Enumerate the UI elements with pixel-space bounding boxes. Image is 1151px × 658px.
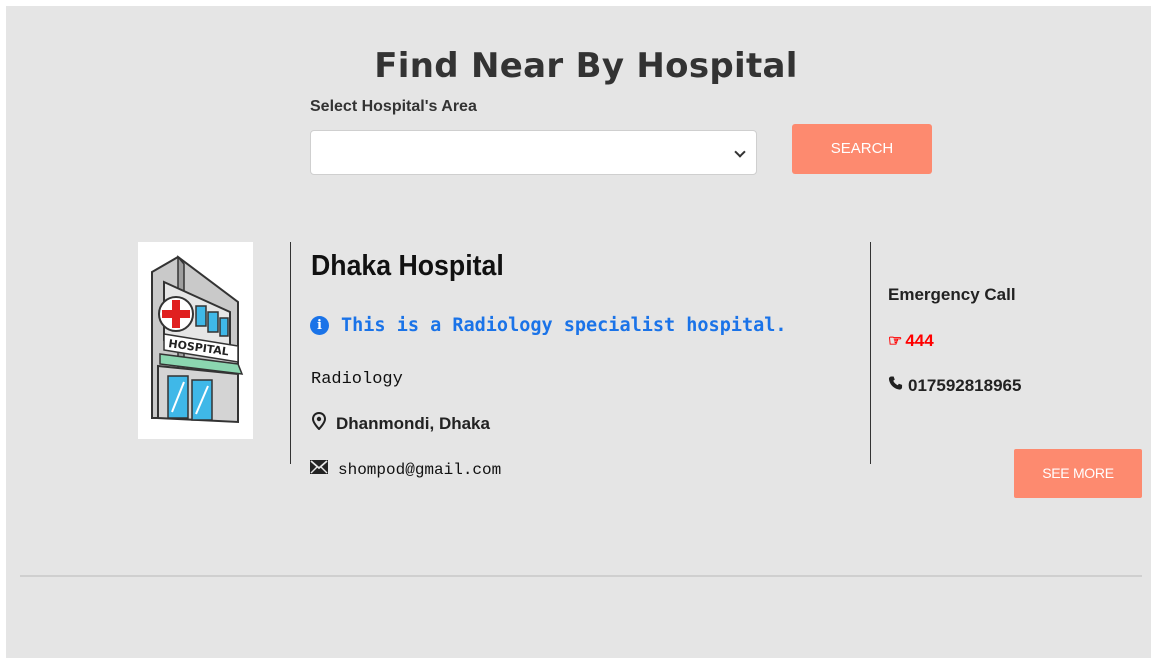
section-divider <box>20 575 1142 577</box>
divider-right <box>870 242 871 464</box>
info-circle-icon: i <box>310 316 329 335</box>
hospital-specialty: Radiology <box>311 370 403 389</box>
map-marker-icon <box>310 411 328 435</box>
divider-left <box>290 242 291 464</box>
hospital-info: i This is a Radiology specialist hospita… <box>310 315 787 336</box>
phone-number[interactable]: 017592818965 <box>888 375 1021 396</box>
hospital-logo: HOSPITAL <box>138 242 253 439</box>
emergency-label: Emergency Call <box>888 285 1016 304</box>
hospital-email: shompod@gmail.com <box>310 460 501 479</box>
emergency-number-text: 444 <box>905 331 934 350</box>
envelope-icon <box>310 460 330 479</box>
hospital-email-text: shompod@gmail.com <box>338 460 502 479</box>
see-more-button[interactable]: SEE MORE <box>1014 449 1142 498</box>
phone-icon <box>888 375 903 396</box>
search-button[interactable]: SEARCH <box>792 124 932 174</box>
area-select[interactable] <box>310 130 757 175</box>
hospital-address-text: Dhanmondi, Dhaka <box>336 413 490 433</box>
page-background: Find Near By Hospital Select Hospital's … <box>6 6 1151 658</box>
page-title: Find Near By Hospital <box>374 46 798 86</box>
chevron-down-icon <box>734 146 746 158</box>
phone-number-text: 017592818965 <box>908 375 1022 395</box>
hospital-name: Dhaka Hospital <box>311 250 504 282</box>
hospital-info-text: This is a Radiology specialist hospital. <box>341 315 787 336</box>
emergency-number[interactable]: ☞ 444 <box>888 331 934 351</box>
hand-pointing-icon: ☞ <box>888 333 903 350</box>
area-select-label: Select Hospital's Area <box>310 98 477 115</box>
hospital-address: Dhanmondi, Dhaka <box>310 411 490 435</box>
